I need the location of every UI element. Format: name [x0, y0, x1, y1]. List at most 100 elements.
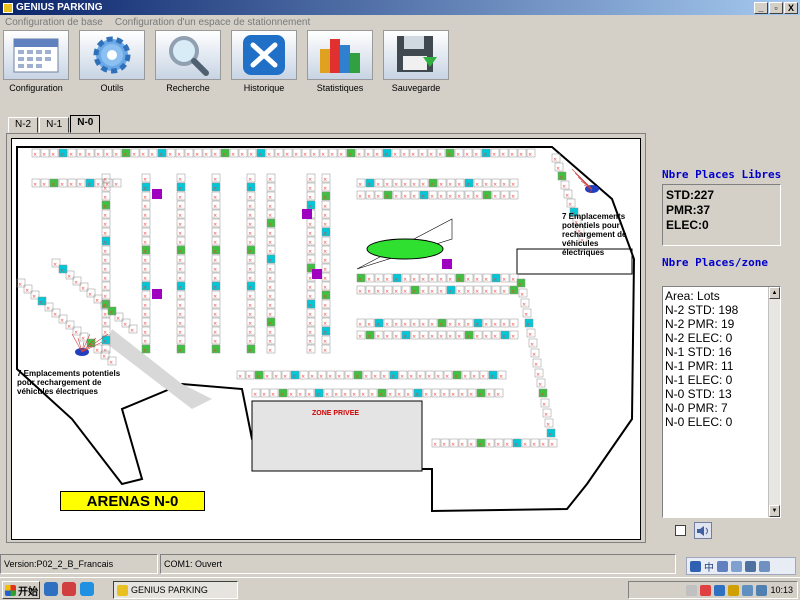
spot-mark: ×: [352, 392, 356, 398]
spot-mark: ×: [502, 322, 506, 328]
spot-mark: ×: [559, 175, 563, 181]
spot-mark: ×: [323, 267, 327, 273]
spot-mark: ×: [493, 322, 497, 328]
spot-mark: ×: [256, 374, 260, 380]
spot-mark: ×: [367, 289, 371, 295]
spot-mark: ×: [478, 442, 482, 448]
scroll-down-button[interactable]: ▼: [769, 505, 780, 517]
spot-mark: ×: [268, 267, 272, 273]
recherche-button[interactable]: Recherche: [154, 30, 222, 96]
spot-mark: ×: [274, 374, 278, 380]
list-item: N-1 STD: 16: [665, 345, 732, 359]
spot-mark: ×: [321, 152, 325, 158]
sauvegarde-button[interactable]: Sauvegarde: [382, 30, 450, 96]
green-zone: [366, 238, 444, 260]
spot-mark: ×: [132, 152, 136, 158]
close-button[interactable]: X: [784, 1, 798, 14]
option-checkbox[interactable]: [675, 525, 686, 536]
spot-mark: ×: [213, 303, 217, 309]
security-icon[interactable]: [700, 584, 712, 596]
network-icon[interactable]: [686, 584, 698, 596]
spot-mark: ×: [544, 412, 548, 418]
spot-mark: ×: [78, 182, 82, 188]
spot-mark: ×: [421, 289, 425, 295]
spot-mark: ×: [466, 322, 470, 328]
spot-mark: ×: [366, 152, 370, 158]
ime-toolbar[interactable]: 中: [686, 557, 796, 575]
spot-mark: ×: [81, 286, 85, 292]
spot-mark: ×: [397, 392, 401, 398]
spot-mark: ×: [74, 330, 78, 336]
spot-mark: ×: [268, 258, 272, 264]
keyboard-icon: [745, 560, 756, 572]
spot-mark: ×: [46, 306, 50, 312]
sound-button[interactable]: [694, 522, 712, 539]
ime-mode[interactable]: 中: [704, 559, 714, 574]
spot-mark: ×: [511, 194, 515, 200]
spot-mark: ×: [540, 392, 544, 398]
flag-icon[interactable]: [62, 582, 76, 596]
spot-mark: ×: [493, 182, 497, 188]
spot-mark: ×: [96, 152, 100, 158]
spot-mark: ×: [178, 339, 182, 345]
usb-icon[interactable]: [714, 584, 726, 596]
spot-mark: ×: [103, 177, 107, 183]
spot-mark: ×: [493, 289, 497, 295]
spot-mark: ×: [308, 222, 312, 228]
spot-mark: ×: [542, 402, 546, 408]
parking-floor-plan: × × × × × × × × × × × × × × × × × × × × × × × × × × × × × × × × × × × × × × × ×…: [16, 146, 636, 513]
tab-n-1[interactable]: N-1: [39, 117, 70, 133]
spot-mark: ×: [213, 231, 217, 237]
spot-mark: ×: [95, 298, 99, 304]
maximize-button[interactable]: ▫: [769, 1, 783, 14]
spot-mark: ×: [323, 186, 327, 192]
spot-mark: ×: [448, 334, 452, 340]
com-status: COM1: Ouvert: [160, 554, 676, 574]
tab-n-2[interactable]: N-2: [8, 117, 39, 133]
version-status: Version:P02_2_B_Francais: [0, 554, 158, 574]
spot-mark: ×: [248, 213, 252, 219]
spot-mark: ×: [323, 204, 327, 210]
list-scrollbar[interactable]: ▲ ▼: [768, 287, 780, 517]
minimize-button[interactable]: _: [754, 1, 768, 14]
spot-mark: ×: [143, 177, 147, 183]
taskbar-app-button[interactable]: GENIUS PARKING: [113, 581, 238, 599]
spot-mark: ×: [412, 182, 416, 188]
spot-mark: ×: [248, 240, 252, 246]
spot-mark: ×: [60, 318, 64, 324]
spot-mark: ×: [469, 442, 473, 448]
spot-mark: ×: [393, 152, 397, 158]
spot-mark: ×: [178, 213, 182, 219]
browser-icon[interactable]: [80, 582, 94, 596]
scroll-up-button[interactable]: ▲: [769, 287, 780, 299]
spot-mark: ×: [519, 152, 523, 158]
spot-mark: ×: [420, 152, 424, 158]
spot-mark: ×: [565, 193, 569, 199]
spot-mark: ×: [213, 240, 217, 246]
spot-mark: ×: [123, 322, 127, 328]
shield-icon[interactable]: [728, 584, 740, 596]
parking-map[interactable]: × × × × × × × × × × × × × × × × × × × × × × × × × × × × × × × × × × × × × × × ×…: [11, 138, 641, 540]
spot-mark: ×: [268, 285, 272, 291]
configuration-button[interactable]: Configuration: [2, 30, 70, 96]
menu-configuration-de-base[interactable]: Configuration de base: [5, 17, 103, 28]
start-button[interactable]: 开始: [2, 581, 40, 599]
spot-mark: ×: [466, 289, 470, 295]
spot-mark: ×: [303, 152, 307, 158]
statistiques-button[interactable]: Statistiques: [306, 30, 374, 96]
spot-mark: ×: [367, 182, 371, 188]
menu-configuration-espace[interactable]: Configuration d'un espace de stationneme…: [115, 17, 310, 28]
spot-mark: ×: [484, 322, 488, 328]
spot-mark: ×: [524, 312, 528, 318]
outils-button[interactable]: Outils: [78, 30, 146, 96]
spot-mark: ×: [421, 277, 425, 283]
spot-mark: ×: [213, 177, 217, 183]
car-icon: [117, 584, 128, 596]
tray-misc-icon[interactable]: [756, 584, 768, 596]
tab-n-0[interactable]: N-0: [70, 115, 101, 133]
volume-icon[interactable]: [742, 584, 754, 596]
zone-spots-list[interactable]: Area: Lots N-2 STD: 198 N-2 PMR: 19 N-2 …: [662, 286, 781, 518]
ie-icon[interactable]: [44, 582, 58, 596]
spot-mark: ×: [487, 442, 491, 448]
historique-button[interactable]: Historique: [230, 30, 298, 96]
